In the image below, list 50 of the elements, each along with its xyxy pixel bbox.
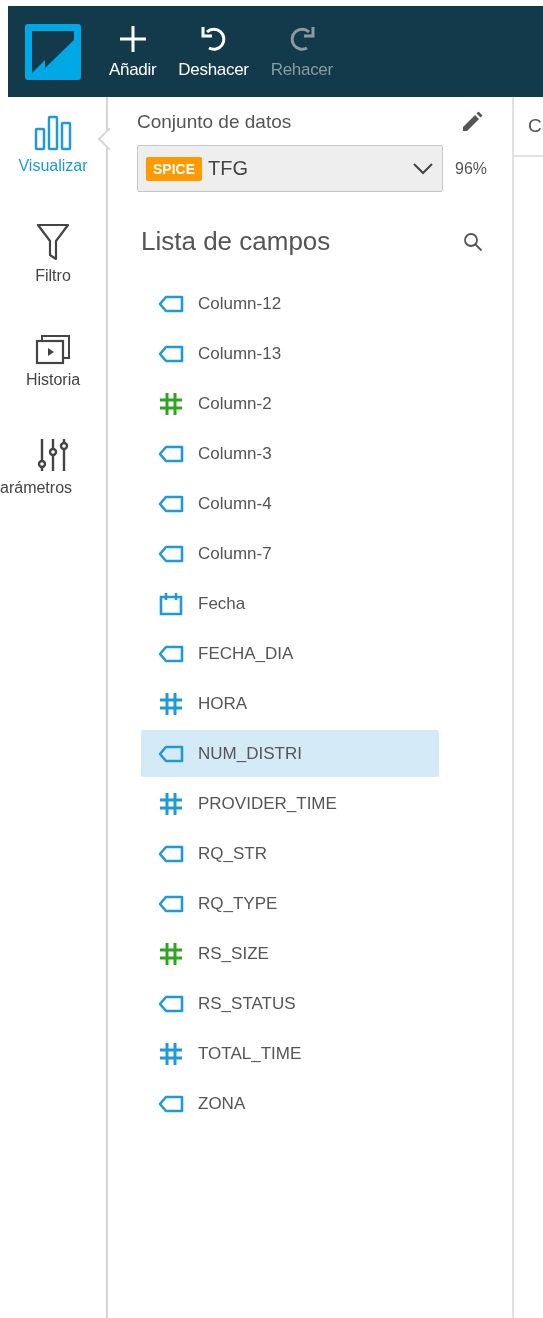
tag-icon — [158, 345, 184, 363]
calendar-icon — [158, 592, 184, 616]
field-item[interactable]: HORA — [141, 679, 439, 729]
tag-icon — [158, 845, 184, 863]
slides-play-icon — [35, 333, 71, 365]
sheet-tab[interactable]: C — [514, 97, 543, 157]
plus-icon — [117, 23, 148, 54]
field-item[interactable]: RS_STATUS — [141, 979, 439, 1029]
dataset-dropdown[interactable]: SPICE TFG — [137, 145, 443, 192]
field-item[interactable]: Fecha — [141, 579, 439, 629]
pencil-icon[interactable] — [461, 111, 483, 133]
tag-icon — [158, 1095, 184, 1113]
search-icon[interactable] — [463, 231, 483, 252]
field-item[interactable]: Column-7 — [141, 529, 439, 579]
field-item[interactable]: NUM_DISTRI — [141, 730, 439, 777]
tag-icon — [158, 995, 184, 1013]
field-item[interactable]: Column-3 — [141, 429, 439, 479]
dataset-name: TFG — [208, 157, 249, 180]
field-item[interactable]: Column-2 — [141, 379, 439, 429]
tag-icon — [158, 445, 184, 463]
spice-badge: SPICE — [146, 156, 202, 181]
chevron-down-icon — [412, 161, 434, 176]
field-item[interactable]: RQ_STR — [141, 829, 439, 879]
dataset-title: Conjunto de datos — [137, 111, 292, 133]
field-item[interactable]: TOTAL_TIME — [141, 1029, 439, 1079]
tag-icon — [158, 895, 184, 913]
field-item[interactable]: PROVIDER_TIME — [141, 779, 439, 829]
bar-chart-icon — [34, 115, 72, 151]
tag-icon — [158, 744, 184, 763]
field-item[interactable]: RQ_TYPE — [141, 879, 439, 929]
field-item[interactable]: Column-13 — [141, 329, 439, 379]
tag-icon — [158, 295, 184, 313]
field-item[interactable]: Column-4 — [141, 479, 439, 529]
field-list-title: Lista de campos — [141, 226, 331, 257]
tag-icon — [158, 495, 184, 513]
field-item[interactable]: Column-12 — [141, 279, 439, 329]
tag-icon — [158, 545, 184, 563]
field-item[interactable]: ZONA — [141, 1079, 439, 1129]
undo-button[interactable]: Deshacer — [174, 23, 253, 80]
add-button[interactable]: Añadir — [105, 23, 161, 80]
filter-icon — [36, 223, 70, 261]
sliders-icon — [36, 437, 70, 473]
nav-tab[interactable]: Historia — [0, 333, 106, 389]
logo-icon — [25, 23, 81, 80]
tag-icon — [158, 645, 184, 663]
nav-tab[interactable]: arámetros — [0, 437, 106, 497]
usage-percent: 96% — [455, 159, 488, 178]
field-item[interactable]: FECHA_DIA — [141, 629, 439, 679]
nav-tab[interactable]: Filtro — [0, 223, 106, 285]
field-item[interactable]: RS_SIZE — [141, 929, 439, 979]
